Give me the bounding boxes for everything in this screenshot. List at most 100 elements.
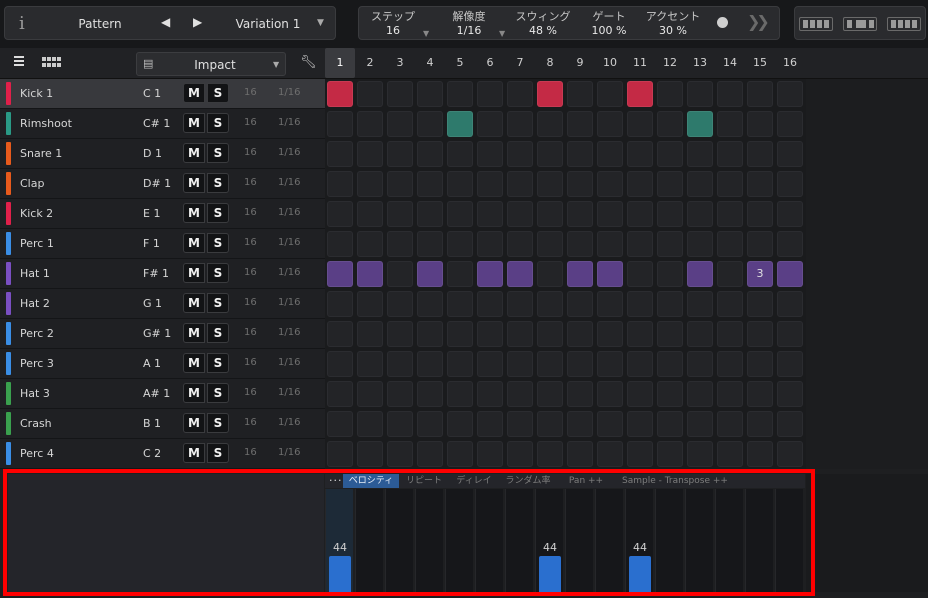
track-steps[interactable]: 16	[244, 417, 257, 428]
mute-button[interactable]: M	[183, 203, 205, 223]
step-cell[interactable]	[447, 81, 473, 107]
step-cell[interactable]	[657, 141, 683, 167]
editor-tab[interactable]: リピート	[401, 474, 447, 488]
velocity-lane[interactable]: 44	[535, 489, 563, 592]
next-variation-icon[interactable]: ▶	[193, 15, 202, 29]
param-gate-value[interactable]: 100 %	[579, 23, 639, 38]
step-cell[interactable]	[777, 81, 803, 107]
list-view-icon[interactable]	[14, 56, 24, 68]
step-cell[interactable]	[717, 141, 743, 167]
step-cell[interactable]	[597, 111, 623, 137]
step-cell[interactable]	[687, 321, 713, 347]
step-number-7[interactable]: 7	[505, 48, 535, 78]
step-cell[interactable]	[417, 441, 443, 467]
step-cell[interactable]	[657, 171, 683, 197]
step-cell[interactable]	[477, 351, 503, 377]
step-cell[interactable]	[747, 381, 773, 407]
kit-selector[interactable]: ▤ Impact ▼	[136, 52, 286, 76]
velocity-lane[interactable]	[385, 489, 413, 592]
step-cell[interactable]	[747, 411, 773, 437]
step-cell[interactable]	[357, 411, 383, 437]
track-row[interactable]: Rimshoot C# 1 M S 16 1/16	[0, 109, 325, 139]
track-steps[interactable]: 16	[244, 207, 257, 218]
step-number-15[interactable]: 15	[745, 48, 775, 78]
more-options-icon[interactable]: ...	[329, 471, 343, 484]
step-cell[interactable]	[627, 441, 653, 467]
step-cell[interactable]	[597, 81, 623, 107]
step-cell[interactable]	[627, 261, 653, 287]
track-resolution[interactable]: 1/16	[278, 177, 300, 188]
editor-tab[interactable]: Sample - Transpose ++	[615, 474, 735, 488]
track-steps[interactable]: 16	[244, 387, 257, 398]
track-steps[interactable]: 16	[244, 237, 257, 248]
track-steps[interactable]: 16	[244, 147, 257, 158]
step-cell[interactable]	[627, 411, 653, 437]
step-cell[interactable]	[717, 291, 743, 317]
step-number-14[interactable]: 14	[715, 48, 745, 78]
solo-button[interactable]: S	[207, 203, 229, 223]
chevron-down-icon[interactable]: ▼	[423, 29, 429, 38]
step-cell[interactable]	[387, 291, 413, 317]
step-cell[interactable]	[627, 201, 653, 227]
step-cell[interactable]	[717, 111, 743, 137]
editor-tab[interactable]: ベロシティ	[343, 474, 399, 488]
step-cell[interactable]	[507, 261, 533, 287]
step-cell[interactable]	[447, 231, 473, 257]
step-cell[interactable]	[777, 201, 803, 227]
track-resolution[interactable]: 1/16	[278, 297, 300, 308]
step-cell[interactable]	[447, 171, 473, 197]
step-cell[interactable]	[777, 261, 803, 287]
step-cell[interactable]	[357, 231, 383, 257]
track-resolution[interactable]: 1/16	[278, 267, 300, 278]
step-cell[interactable]	[717, 381, 743, 407]
step-cell[interactable]	[357, 171, 383, 197]
velocity-lane[interactable]	[445, 489, 473, 592]
step-cell[interactable]	[507, 351, 533, 377]
track-name[interactable]: Hat 3	[20, 387, 50, 400]
step-number-10[interactable]: 10	[595, 48, 625, 78]
step-cell[interactable]	[537, 321, 563, 347]
step-cell[interactable]	[627, 291, 653, 317]
step-cell[interactable]	[657, 231, 683, 257]
step-cell[interactable]	[687, 231, 713, 257]
param-steps-value[interactable]: 16	[363, 23, 423, 38]
track-name[interactable]: Perc 2	[20, 327, 54, 340]
step-cell[interactable]	[627, 111, 653, 137]
param-gate[interactable]: ゲート 100 %	[579, 10, 639, 38]
step-cell[interactable]	[327, 291, 353, 317]
track-name[interactable]: Crash	[20, 417, 52, 430]
step-cell[interactable]	[327, 171, 353, 197]
step-cell[interactable]	[597, 351, 623, 377]
step-cell[interactable]	[417, 141, 443, 167]
step-cell[interactable]	[717, 81, 743, 107]
fast-forward-icon[interactable]: ❯❯	[747, 12, 770, 31]
step-cell[interactable]	[507, 231, 533, 257]
step-cell[interactable]	[507, 141, 533, 167]
wrench-icon[interactable]: 🔧︎	[300, 55, 317, 70]
step-cell[interactable]	[507, 171, 533, 197]
step-cell[interactable]	[477, 141, 503, 167]
step-cell[interactable]	[477, 381, 503, 407]
velocity-bar[interactable]	[629, 556, 651, 592]
step-cell[interactable]	[717, 321, 743, 347]
step-cell[interactable]: 3	[747, 261, 773, 287]
param-swing-value[interactable]: 48 %	[513, 23, 573, 38]
step-cell[interactable]	[687, 381, 713, 407]
step-cell[interactable]	[447, 291, 473, 317]
view-mode-2-icon[interactable]	[843, 17, 877, 31]
step-cell[interactable]	[387, 141, 413, 167]
step-cell[interactable]	[777, 381, 803, 407]
variation-selector[interactable]: Variation 1	[227, 17, 309, 31]
step-cell[interactable]	[387, 441, 413, 467]
step-cell[interactable]	[777, 141, 803, 167]
param-accent-value[interactable]: 30 %	[643, 23, 703, 38]
step-cell[interactable]	[747, 201, 773, 227]
step-cell[interactable]	[327, 111, 353, 137]
step-cell[interactable]	[627, 231, 653, 257]
step-cell[interactable]	[657, 261, 683, 287]
step-cell[interactable]	[717, 441, 743, 467]
step-cell[interactable]	[327, 261, 353, 287]
mute-button[interactable]: M	[183, 83, 205, 103]
track-name[interactable]: Snare 1	[20, 147, 62, 160]
step-cell[interactable]	[567, 291, 593, 317]
